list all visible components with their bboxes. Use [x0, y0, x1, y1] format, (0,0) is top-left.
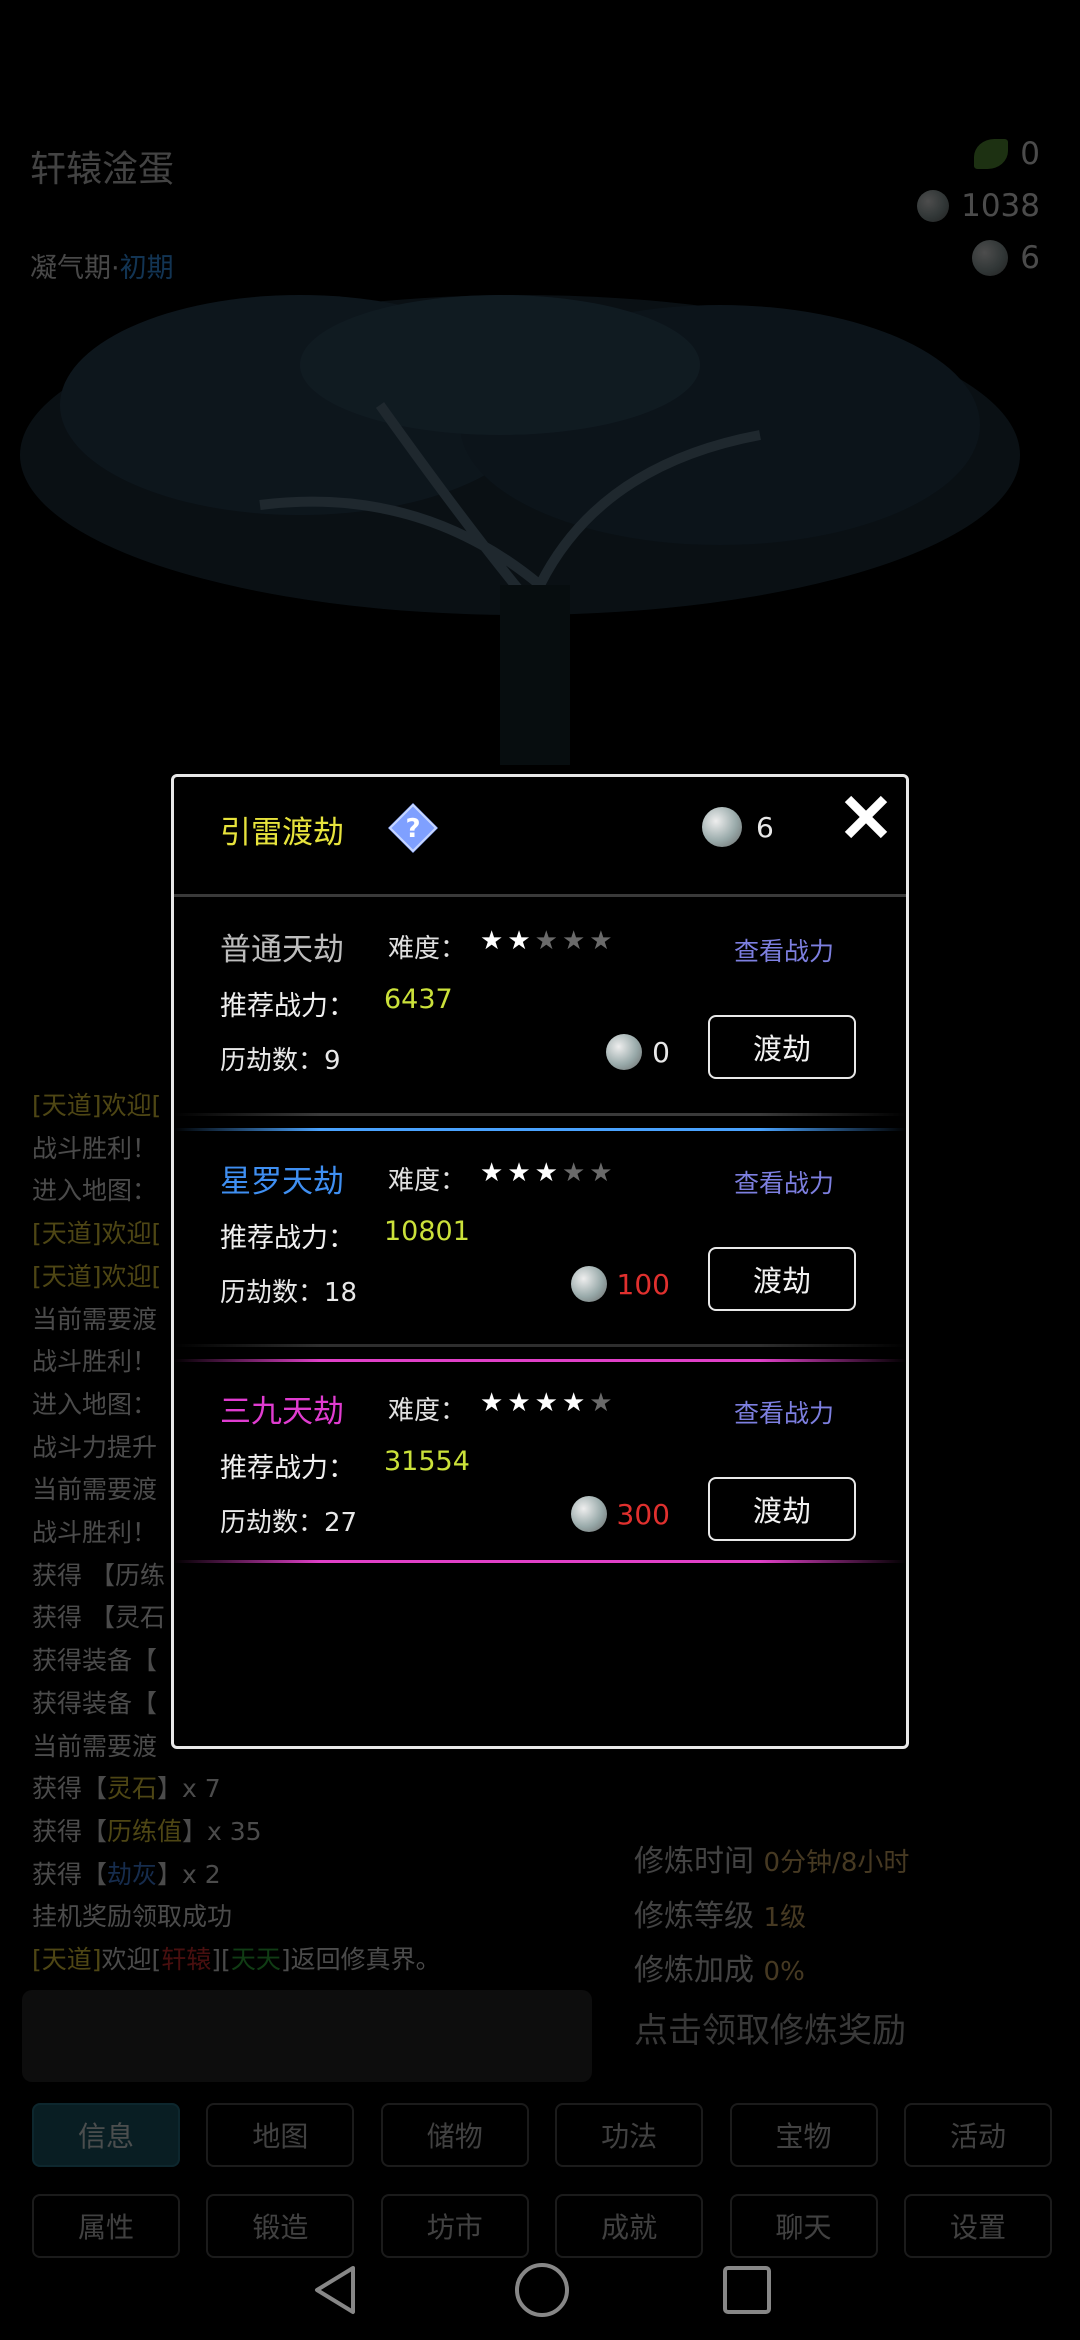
recommended-power-label: 推荐战力： [220, 1223, 355, 1254]
tribulation-row: 三九天劫 难度： ★ ★ ★ ★ ★ 查看战力 推荐战力： 31554 历劫数：27 3… [174, 1362, 906, 1572]
count-value: 18 [324, 1278, 358, 1308]
recommended-power-label: 推荐战力： [220, 991, 355, 1022]
divider [174, 1344, 906, 1347]
tribulation-cost: 100 [570, 1266, 670, 1302]
difficulty-stars: ★ ★ ★ ★ ★ [480, 926, 613, 956]
difficulty-stars: ★ ★ ★ ★ ★ [480, 1388, 613, 1418]
star-icon: ★ [589, 926, 613, 956]
recommended-power-value: 31554 [384, 1446, 470, 1477]
tribulation-name: 普通天劫 [220, 932, 344, 968]
star-icon: ★ [480, 1388, 504, 1418]
divider [174, 1359, 906, 1362]
star-icon: ★ [534, 926, 558, 956]
difficulty-label: 难度： [388, 934, 467, 964]
orb-icon [570, 1496, 607, 1532]
star-icon: ★ [507, 926, 531, 956]
close-icon[interactable] [842, 793, 890, 841]
star-icon: ★ [507, 1388, 531, 1418]
tribulation-name: 三九天劫 [220, 1394, 344, 1430]
divider [174, 1560, 906, 1563]
count-label: 历劫数： [220, 1278, 325, 1308]
recommended-power-value: 10801 [384, 1216, 470, 1247]
orb-icon [606, 1034, 643, 1070]
help-icon[interactable]: ? [386, 801, 440, 855]
recommended-power-value: 6437 [384, 984, 453, 1015]
recommended-power-label: 推荐战力： [220, 1453, 355, 1484]
divider [174, 1128, 906, 1131]
star-icon: ★ [534, 1158, 558, 1188]
tribulation-row: 星罗天劫 难度： ★ ★ ★ ★ ★ 查看战力 推荐战力： 10801 历劫数：18 1… [174, 1132, 906, 1342]
difficulty-label: 难度： [388, 1166, 467, 1196]
undergo-tribulation-button[interactable]: 渡劫 [708, 1477, 856, 1541]
star-icon: ★ [534, 1388, 558, 1418]
orb-icon [702, 807, 742, 847]
star-icon: ★ [589, 1158, 613, 1188]
view-power-link[interactable]: 查看战力 [734, 1394, 834, 1430]
difficulty-label: 难度： [388, 1396, 467, 1426]
count-value: 27 [324, 1508, 358, 1538]
svg-text:?: ? [405, 814, 420, 844]
dialog-currency: 6 [702, 807, 774, 847]
star-icon: ★ [480, 1158, 504, 1188]
star-icon: ★ [561, 1388, 586, 1418]
tribulation-cost: 0 [606, 1034, 670, 1070]
star-icon: ★ [480, 926, 504, 956]
cost-value: 300 [616, 1497, 670, 1531]
count-value: 9 [324, 1046, 341, 1076]
count-label: 历劫数： [220, 1046, 325, 1076]
count-label: 历劫数： [220, 1508, 325, 1538]
tribulation-count: 历劫数：27 [220, 1502, 357, 1539]
difficulty-stars: ★ ★ ★ ★ ★ [480, 1158, 613, 1188]
divider [174, 894, 906, 897]
undergo-tribulation-button[interactable]: 渡劫 [708, 1247, 856, 1311]
star-icon: ★ [561, 926, 586, 956]
view-power-link[interactable]: 查看战力 [734, 932, 834, 968]
cost-value: 100 [616, 1267, 670, 1301]
cost-value: 0 [652, 1035, 670, 1069]
tribulation-count: 历劫数：18 [220, 1272, 357, 1309]
dialog-currency-value: 6 [756, 810, 774, 844]
star-icon: ★ [589, 1388, 613, 1418]
tribulation-cost: 300 [570, 1496, 670, 1532]
star-icon: ★ [507, 1158, 531, 1188]
tribulation-count: 历劫数：9 [220, 1040, 341, 1077]
tribulation-row: 普通天劫 难度： ★ ★ ★ ★ ★ 查看战力 推荐战力： 6437 历劫数：9 0 渡… [174, 900, 906, 1110]
view-power-link[interactable]: 查看战力 [734, 1164, 834, 1200]
tribulation-dialog: 引雷渡劫 ? 6 普通天劫 难度： ★ ★ ★ ★ ★ 查看战力 推荐战力： 6437 … [171, 774, 909, 1749]
dialog-title: 引雷渡劫 [220, 815, 344, 851]
star-icon: ★ [561, 1158, 586, 1188]
tribulation-name: 星罗天劫 [220, 1164, 344, 1200]
orb-icon [570, 1266, 607, 1302]
undergo-tribulation-button[interactable]: 渡劫 [708, 1015, 856, 1079]
divider [174, 1113, 906, 1116]
